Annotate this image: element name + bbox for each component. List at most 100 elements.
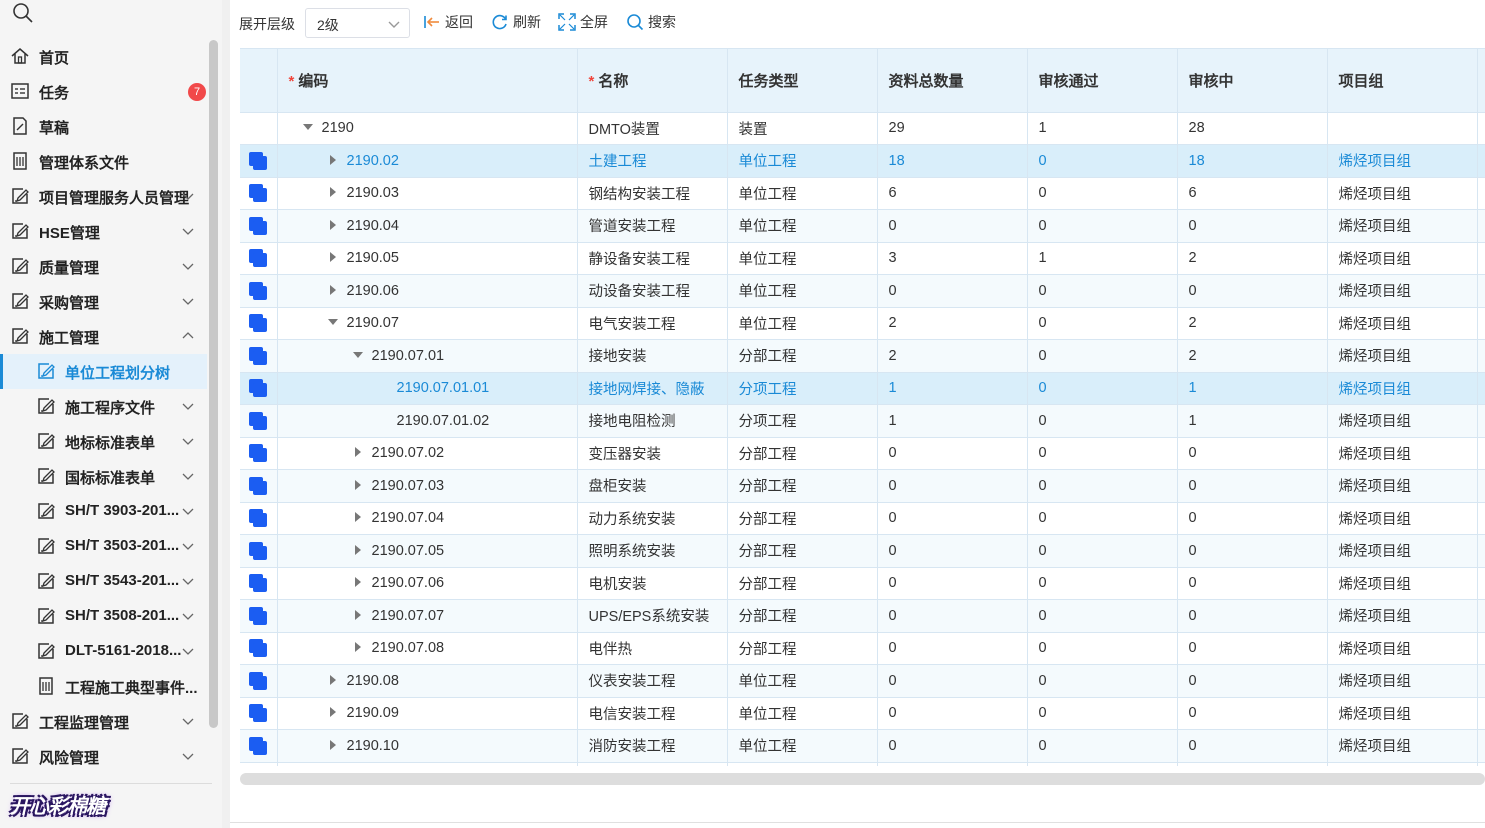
chevron-down-icon[interactable] [181,539,195,553]
table-row[interactable]: 2190.07.08 电伴热 分部工程 0 0 0 烯烃项目组 [240,632,1485,665]
caret-down-icon[interactable] [352,349,364,361]
header-reviewing[interactable]: 审核中 [1177,49,1328,113]
chevron-down-icon[interactable] [181,609,195,623]
sidebar-item[interactable]: DLT-5161-2018... [0,634,207,669]
caret-right-icon[interactable] [327,154,339,166]
row-checkbox-cell[interactable] [240,632,278,665]
caret-right-icon[interactable] [352,576,364,588]
sidebar-item[interactable]: 工程监理管理 [0,704,207,739]
chevron-down-icon[interactable] [181,259,195,273]
table-row[interactable]: 2190.07.07 UPS/EPS系统安装 分部工程 0 0 0 烯烃项目组 [240,599,1485,633]
table-row[interactable]: 2190.03 钢结构安装工程 单位工程 6 0 6 烯烃项目组 [240,177,1485,210]
caret-right-icon[interactable] [352,511,364,523]
row-checkbox-cell[interactable] [240,274,278,308]
chevron-down-icon[interactable] [181,714,195,728]
row-checkbox-cell[interactable] [240,372,278,405]
table-row[interactable]: 2190.07.05 照明系统安装 分部工程 0 0 0 烯烃项目组 [240,534,1485,568]
sidebar-item[interactable]: 管理体系文件 [0,144,207,179]
table-row[interactable]: 2190.07 电气安装工程 单位工程 2 0 2 烯烃项目组 [240,307,1485,340]
table-row[interactable]: 2190.07.02 变压器安装 分部工程 0 0 0 烯烃项目组 [240,437,1485,470]
sidebar-scroll-thumb[interactable] [209,40,218,728]
header-group[interactable]: 项目组 [1327,49,1478,113]
sidebar-item[interactable]: 工程施工典型事件... [0,669,207,704]
refresh-button[interactable]: 刷新 [491,11,541,33]
caret-right-icon[interactable] [327,186,339,198]
row-checkbox[interactable] [249,509,268,528]
row-checkbox[interactable] [249,639,268,658]
caret-right-icon[interactable] [352,544,364,556]
table-row[interactable]: 2190.07.01 接地安装 分部工程 2 0 2 烯烃项目组 [240,339,1485,373]
search-button[interactable]: 搜索 [626,11,676,33]
horizontal-scrollbar[interactable] [240,773,1485,785]
row-checkbox-cell[interactable] [240,567,278,600]
search-icon[interactable] [12,2,34,24]
row-checkbox-cell[interactable] [240,534,278,568]
row-checkbox[interactable] [249,574,268,593]
row-checkbox[interactable] [249,541,268,560]
table-row[interactable]: 2190.02 土建工程 单位工程 18 0 18 烯烃项目组 [240,144,1485,178]
chevron-down-icon[interactable] [181,294,195,308]
row-checkbox-cell[interactable] [240,177,278,210]
caret-right-icon[interactable] [327,219,339,231]
table-row[interactable]: 2190.07.03 盘柜安装 分部工程 0 0 0 烯烃项目组 [240,469,1485,503]
sidebar-item[interactable]: 任务 7 [0,74,207,109]
row-checkbox[interactable] [249,379,268,398]
row-checkbox[interactable] [249,476,268,495]
table-row[interactable]: 2190.06 动设备安装工程 单位工程 0 0 0 烯烃项目组 [240,274,1485,308]
row-checkbox-cell[interactable] [240,144,278,178]
row-checkbox[interactable] [249,606,268,625]
table-row[interactable]: 2190.08 仪表安装工程 单位工程 0 0 0 烯烃项目组 [240,664,1485,698]
caret-right-icon[interactable] [352,446,364,458]
caret-right-icon[interactable] [327,251,339,263]
header-approved[interactable]: 审核通过 [1027,49,1178,113]
sidebar-item[interactable]: 单位工程划分树 [0,354,207,389]
row-checkbox[interactable] [249,704,268,723]
expand-level-select[interactable]: 2级 [305,8,410,38]
row-checkbox-cell[interactable] [240,697,278,730]
chevron-down-icon[interactable] [181,399,195,413]
row-checkbox-cell[interactable] [240,469,278,503]
row-checkbox-cell[interactable] [240,307,278,340]
table-row[interactable]: 2190 DMTO装置 装置 29 1 28 [240,112,1485,145]
caret-right-icon[interactable] [327,674,339,686]
table-row[interactable]: 2190.04 管道安装工程 单位工程 0 0 0 烯烃项目组 [240,209,1485,243]
chevron-down-icon[interactable] [181,644,195,658]
row-checkbox-cell[interactable] [240,112,278,145]
sidebar-item[interactable]: SH/T 3503-201... [0,529,207,564]
chevron-down-icon[interactable] [181,574,195,588]
sidebar-item[interactable]: 项目管理服务人员管理 [0,179,207,214]
sidebar-item[interactable]: 质量管理 [0,249,207,284]
sidebar-item[interactable]: SH/T 3903-201... [0,494,207,529]
sidebar-item[interactable]: SH/T 3508-201... [0,599,207,634]
table-row[interactable]: 2190.10 消防安装工程 单位工程 0 0 0 烯烃项目组 [240,729,1485,763]
row-checkbox-cell[interactable] [240,664,278,698]
table-row[interactable]: 2190.07.06 电机安装 分部工程 0 0 0 烯烃项目组 [240,567,1485,600]
row-checkbox[interactable] [249,184,268,203]
chevron-down-icon[interactable] [181,189,195,203]
fullscreen-button[interactable]: 全屏 [558,11,608,33]
chevron-down-icon[interactable] [181,434,195,448]
row-checkbox[interactable] [249,249,268,268]
table-row[interactable]: 2190.07.01.02 接地电阻检测 分项工程 1 0 1 烯烃项目组 [240,404,1485,438]
row-checkbox[interactable] [249,346,268,365]
chevron-down-icon[interactable] [181,504,195,518]
sidebar-item[interactable]: 施工管理 [0,319,207,354]
row-checkbox-cell[interactable] [240,339,278,373]
caret-right-icon[interactable] [327,739,339,751]
chevron-up-icon[interactable] [181,329,195,343]
row-checkbox-cell[interactable] [240,502,278,535]
sidebar-item[interactable]: 国标标准表单 [0,459,207,494]
chevron-down-icon[interactable] [181,469,195,483]
sidebar-item[interactable]: 地标标准表单 [0,424,207,459]
row-checkbox[interactable] [249,671,268,690]
chevron-down-icon[interactable] [181,749,195,763]
header-code[interactable]: * 编码 [277,49,578,113]
row-checkbox[interactable] [249,411,268,430]
chevron-down-icon[interactable] [181,224,195,238]
row-checkbox-cell[interactable] [240,242,278,275]
row-checkbox[interactable] [249,736,268,755]
sidebar-item[interactable]: 首页 [0,39,207,74]
row-checkbox-cell[interactable] [240,404,278,438]
caret-right-icon[interactable] [352,641,364,653]
sidebar-item[interactable]: 采购管理 [0,284,207,319]
